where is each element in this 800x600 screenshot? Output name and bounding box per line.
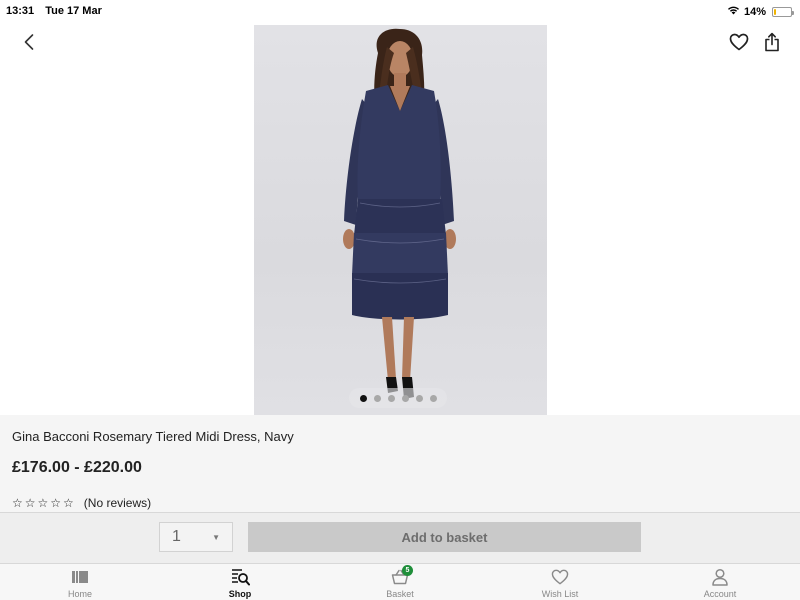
tab-home-label: Home	[67, 589, 92, 599]
carousel-dot[interactable]	[387, 394, 395, 402]
add-to-basket-button[interactable]: Add to basket	[248, 522, 641, 552]
chevron-left-icon	[24, 34, 34, 50]
basket-icon: 5	[390, 565, 413, 586]
battery-percent: 14%	[743, 5, 766, 18]
status-date: Tue 17 Mar	[45, 5, 102, 17]
product-price: £176.00 - £220.00	[12, 459, 142, 476]
carousel-dot[interactable]	[429, 394, 437, 402]
product-image[interactable]	[254, 25, 547, 415]
add-to-wishlist-button[interactable]	[728, 30, 750, 54]
carousel-dot[interactable]	[401, 394, 409, 402]
battery-fill	[774, 8, 776, 15]
tab-shop[interactable]: Shop	[160, 564, 320, 600]
image-carousel-dots	[349, 388, 447, 408]
tab-wish-list-label: Wish List	[541, 589, 579, 599]
status-bar: 13:31 Tue 17 Mar 14%	[0, 0, 800, 24]
product-details: Gina Bacconi Rosemary Tiered Midi Dress,…	[0, 415, 800, 512]
product-title: Gina Bacconi Rosemary Tiered Midi Dress,…	[12, 429, 294, 444]
review-count: (No reviews)	[83, 496, 152, 510]
quantity-select[interactable]: 1 ▼	[159, 522, 233, 552]
share-button[interactable]	[761, 29, 783, 55]
tab-bar: Home Shop 5 Basket Wish List Account	[0, 564, 800, 600]
wifi-icon	[727, 5, 740, 18]
tab-basket-label: Basket	[386, 589, 414, 599]
product-rating[interactable]: ☆☆☆☆☆ (No reviews)	[12, 496, 151, 510]
share-icon	[765, 32, 779, 52]
carousel-dot[interactable]	[359, 394, 367, 402]
status-left: 13:31 Tue 17 Mar	[6, 5, 110, 17]
home-icon	[70, 568, 90, 586]
dress-photo	[343, 28, 456, 399]
caret-down-icon: ▼	[212, 532, 220, 542]
back-button[interactable]	[18, 30, 40, 54]
tab-shop-label: Shop	[228, 589, 252, 599]
tab-wish-list[interactable]: Wish List	[480, 564, 640, 600]
carousel-dot[interactable]	[415, 394, 423, 402]
shop-search-icon	[230, 568, 250, 586]
account-icon	[710, 568, 730, 586]
rating-stars-icon: ☆☆☆☆☆	[12, 496, 76, 510]
tab-account[interactable]: Account	[640, 564, 800, 600]
heart-icon	[550, 568, 570, 586]
basket-count-badge: 5	[402, 565, 413, 576]
tab-account-label: Account	[703, 589, 737, 599]
carousel-dot[interactable]	[373, 394, 381, 402]
status-time: 13:31	[6, 5, 35, 17]
heart-icon	[729, 33, 749, 51]
battery-icon	[772, 6, 794, 17]
status-right: 14%	[727, 5, 794, 18]
tab-home[interactable]: Home	[0, 564, 160, 600]
tab-basket[interactable]: 5 Basket	[320, 564, 480, 600]
quantity-value: 1	[172, 528, 181, 545]
purchase-bar: 1 ▼ Add to basket	[0, 512, 800, 564]
